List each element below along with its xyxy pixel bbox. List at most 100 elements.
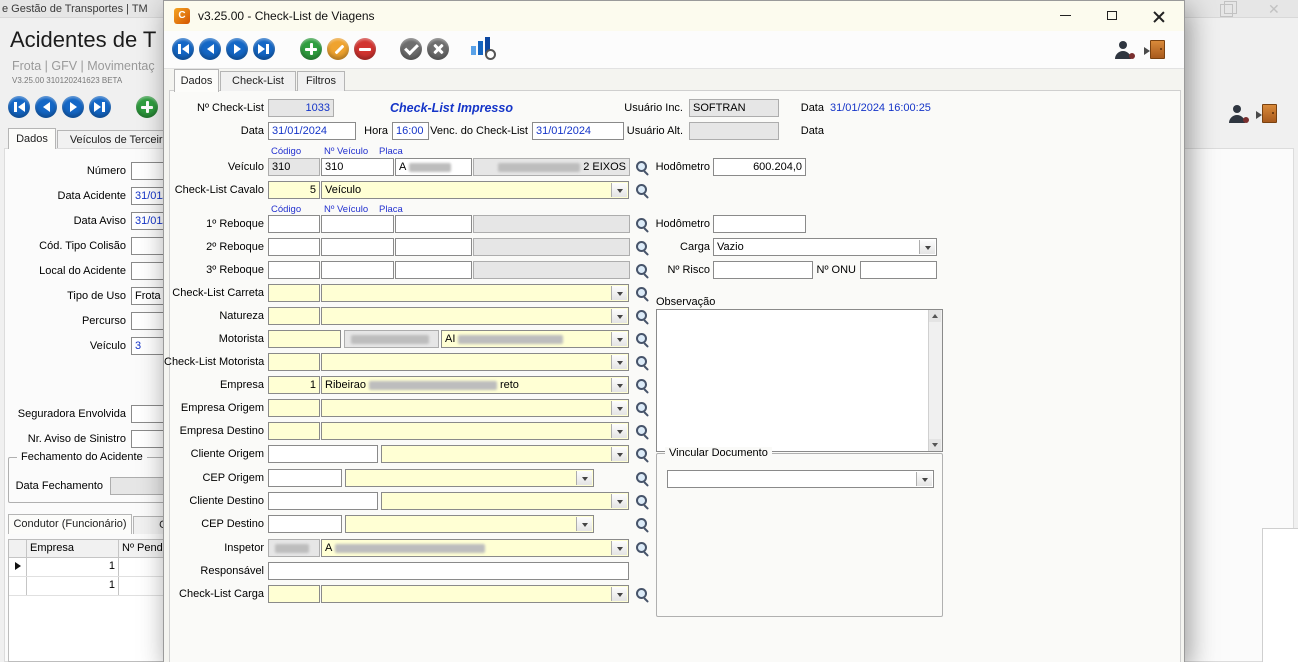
veiculo-placa-field[interactable]: A — [395, 158, 472, 176]
search-icon[interactable] — [635, 447, 649, 461]
next-record-button[interactable] — [226, 38, 248, 60]
tab-dados[interactable]: Dados — [174, 69, 219, 92]
user-permissions-button[interactable] — [1228, 105, 1248, 128]
first-record-button[interactable] — [8, 96, 30, 118]
empresa-destino-combo[interactable] — [321, 422, 629, 440]
edit-button[interactable] — [327, 38, 349, 60]
close-button[interactable] — [1136, 1, 1182, 30]
chevron-down-icon[interactable] — [611, 541, 627, 555]
add-button[interactable] — [136, 96, 158, 118]
tab-filtros[interactable]: Filtros — [297, 71, 345, 91]
hodometro-field[interactable]: 600.204,0 — [713, 158, 806, 176]
motorista-codigo-field[interactable] — [268, 330, 341, 348]
chevron-down-icon[interactable] — [611, 494, 627, 508]
first-record-button[interactable] — [172, 38, 194, 60]
search-icon[interactable] — [635, 240, 649, 254]
chevron-down-icon[interactable] — [576, 471, 592, 485]
search-icon[interactable] — [635, 378, 649, 392]
close-window-icon[interactable]: ✕ — [1268, 1, 1280, 17]
cep-destino-field[interactable] — [268, 515, 342, 533]
maximize-button[interactable] — [1089, 1, 1135, 30]
natureza-combo[interactable] — [321, 307, 629, 325]
checklist-motorista-combo[interactable] — [321, 353, 629, 371]
reboque2-codigo-field[interactable] — [268, 238, 320, 256]
search-icon[interactable] — [635, 401, 649, 415]
checklist-motorista-codigo-field[interactable] — [268, 353, 320, 371]
checklist-carga-codigo-field[interactable] — [268, 585, 320, 603]
num-risco-field[interactable] — [713, 261, 813, 279]
natureza-codigo-field[interactable] — [268, 307, 320, 325]
reboque2-placa-field[interactable] — [395, 238, 472, 256]
search-icon[interactable] — [635, 471, 649, 485]
chevron-down-icon[interactable] — [611, 378, 627, 392]
hodometro2-field[interactable] — [713, 215, 806, 233]
chevron-down-icon[interactable] — [611, 424, 627, 438]
reboque3-placa-field[interactable] — [395, 261, 472, 279]
chevron-down-icon[interactable] — [576, 517, 592, 531]
empresa-codigo-field[interactable]: 1 — [268, 376, 320, 394]
reboque1-placa-field[interactable] — [395, 215, 472, 233]
exit-button[interactable] — [1262, 104, 1277, 128]
search-icon[interactable] — [635, 355, 649, 369]
reboque3-num-field[interactable] — [321, 261, 394, 279]
dialog-titlebar[interactable]: C v3.25.00 - Check-List de Viagens — [164, 1, 1184, 32]
cliente-origem-codigo-field[interactable] — [268, 445, 378, 463]
veiculo-num-field[interactable]: 310 — [321, 158, 394, 176]
checklist-carga-combo[interactable] — [321, 585, 629, 603]
search-icon[interactable] — [635, 424, 649, 438]
carga-combo[interactable]: Vazio — [713, 238, 937, 256]
cancel-button[interactable] — [427, 38, 449, 60]
data-field[interactable]: 31/01/2024 — [268, 122, 356, 140]
cep-destino-combo[interactable] — [345, 515, 594, 533]
scroll-up-icon[interactable] — [929, 310, 941, 322]
prev-record-button[interactable] — [35, 96, 57, 118]
checklist-cavalo-combo[interactable]: Veículo — [321, 181, 629, 199]
cliente-destino-combo[interactable] — [381, 492, 629, 510]
search-icon[interactable] — [635, 587, 649, 601]
inspetor-combo[interactable]: A — [321, 539, 629, 557]
chevron-down-icon[interactable] — [611, 587, 627, 601]
reboque1-num-field[interactable] — [321, 215, 394, 233]
last-record-button[interactable] — [253, 38, 275, 60]
motorista-combo[interactable]: AI — [441, 330, 629, 348]
search-icon[interactable] — [635, 217, 649, 231]
delete-button[interactable] — [354, 38, 376, 60]
tab-checklist[interactable]: Check-List — [220, 71, 296, 91]
search-icon[interactable] — [635, 309, 649, 323]
reboque2-num-field[interactable] — [321, 238, 394, 256]
search-icon[interactable] — [635, 160, 649, 174]
empresa-combo[interactable]: Ribeiraoreto — [321, 376, 629, 394]
next-record-button[interactable] — [62, 96, 84, 118]
minimize-button[interactable] — [1042, 1, 1088, 30]
reboque3-codigo-field[interactable] — [268, 261, 320, 279]
last-record-button[interactable] — [89, 96, 111, 118]
venc-checklist-field[interactable]: 31/01/2024 — [532, 122, 624, 140]
cliente-origem-combo[interactable] — [381, 445, 629, 463]
empresa-origem-combo[interactable] — [321, 399, 629, 417]
search-icon[interactable] — [635, 263, 649, 277]
cep-origem-field[interactable] — [268, 469, 342, 487]
search-icon[interactable] — [635, 183, 649, 197]
chevron-down-icon[interactable] — [611, 447, 627, 461]
chevron-down-icon[interactable] — [611, 332, 627, 346]
reboque1-codigo-field[interactable] — [268, 215, 320, 233]
search-icon[interactable] — [635, 517, 649, 531]
prev-record-button[interactable] — [199, 38, 221, 60]
hora-field[interactable]: 16:00 — [392, 122, 429, 140]
user-permissions-button[interactable] — [1114, 41, 1134, 64]
num-onu-field[interactable] — [860, 261, 937, 279]
confirm-button[interactable] — [400, 38, 422, 60]
chevron-down-icon[interactable] — [611, 309, 627, 323]
empresa-origem-codigo-field[interactable] — [268, 399, 320, 417]
background-tab-dados[interactable]: Dados — [8, 128, 56, 149]
add-button[interactable] — [300, 38, 322, 60]
search-icon[interactable] — [635, 332, 649, 346]
exit-button[interactable] — [1150, 40, 1165, 64]
empresa-destino-codigo-field[interactable] — [268, 422, 320, 440]
cep-origem-combo[interactable] — [345, 469, 594, 487]
chevron-down-icon[interactable] — [611, 401, 627, 415]
report-chart-button[interactable] — [470, 37, 494, 59]
background-subtab-condutor[interactable]: Condutor (Funcionário) — [8, 514, 132, 534]
restore-window-icon[interactable] — [1220, 4, 1233, 17]
search-icon[interactable] — [635, 541, 649, 555]
